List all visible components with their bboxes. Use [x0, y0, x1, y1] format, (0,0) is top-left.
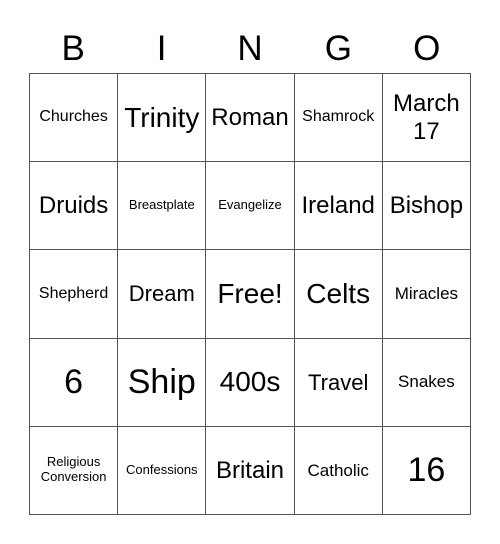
bingo-board: Churches Trinity Roman Shamrock March 17…	[29, 73, 471, 515]
bingo-cell[interactable]: Catholic	[294, 426, 383, 515]
header-letter-i: I	[156, 29, 167, 68]
bingo-cell[interactable]: Breastplate	[118, 162, 207, 251]
header-letter-n: N	[237, 29, 263, 68]
bingo-cell[interactable]: Snakes	[382, 338, 471, 427]
header-letter-b: B	[61, 29, 85, 68]
bingo-cell[interactable]: March 17	[382, 74, 471, 163]
bingo-cell[interactable]: Evangelize	[206, 162, 295, 251]
bingo-cell[interactable]: Religious Conversion	[30, 426, 119, 515]
header-letter-g: G	[324, 29, 352, 68]
bingo-cell[interactable]: Travel	[294, 338, 383, 427]
bingo-cell[interactable]: Shepherd	[30, 250, 119, 339]
bingo-cell[interactable]: Druids	[30, 162, 119, 251]
header-letter-o: O	[413, 29, 441, 68]
bingo-cell[interactable]: Celts	[294, 250, 383, 339]
bingo-cell[interactable]: 16	[382, 426, 471, 515]
bingo-cell[interactable]: Britain	[206, 426, 295, 515]
bingo-cell[interactable]: 400s	[206, 338, 295, 427]
bingo-cell[interactable]: Miracles	[382, 250, 471, 339]
bingo-cell[interactable]: Ship	[118, 338, 207, 427]
bingo-header: B I N G O	[29, 26, 471, 72]
bingo-cell[interactable]: Dream	[118, 250, 207, 339]
free-space-cell[interactable]: Free!	[206, 250, 295, 339]
bingo-cell[interactable]: Ireland	[294, 162, 383, 251]
bingo-cell[interactable]: Bishop	[382, 162, 471, 251]
bingo-cell[interactable]: 6	[30, 338, 119, 427]
bingo-cell[interactable]: Trinity	[118, 74, 207, 163]
bingo-cell[interactable]: Churches	[30, 74, 119, 163]
bingo-cell[interactable]: Shamrock	[294, 74, 383, 163]
bingo-cell[interactable]: Roman	[206, 74, 295, 163]
bingo-cell[interactable]: Confessions	[118, 426, 207, 515]
